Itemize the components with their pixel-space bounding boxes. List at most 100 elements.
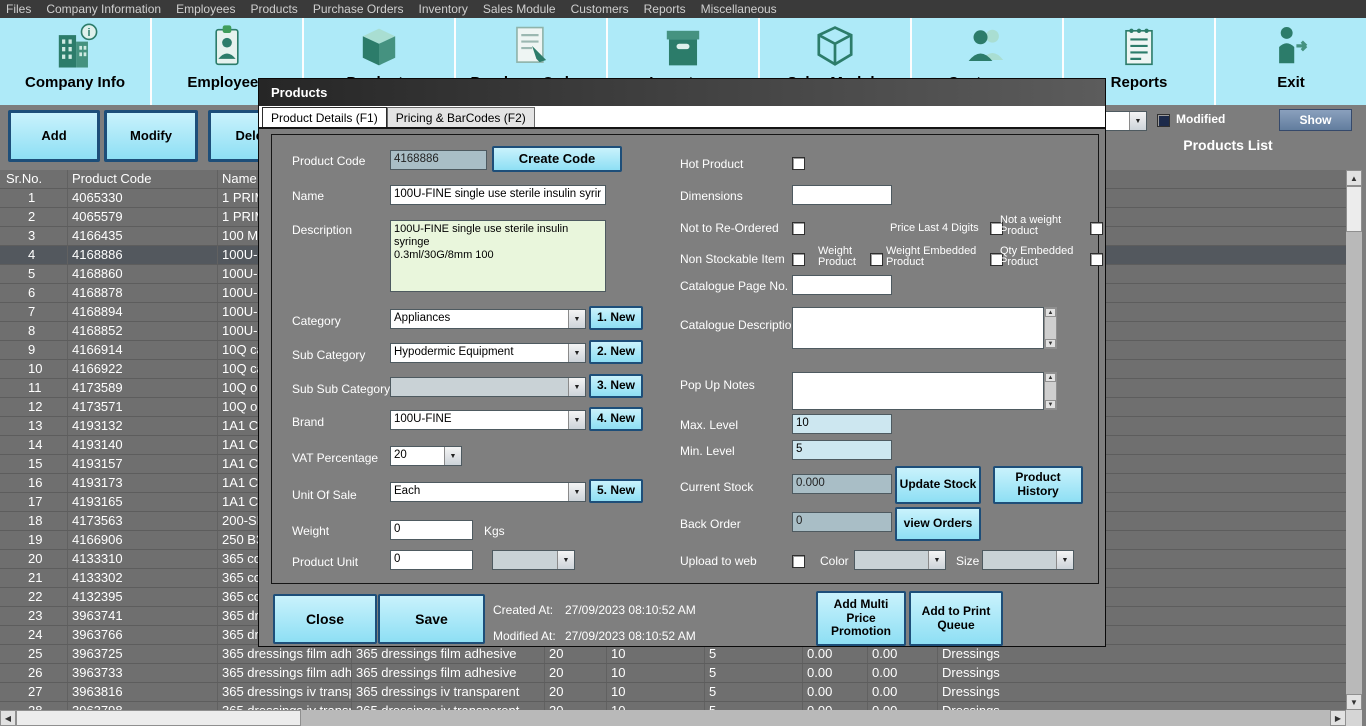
- column-header-srno[interactable]: Sr.No.: [0, 170, 68, 188]
- update-stock-button[interactable]: Update Stock: [895, 466, 981, 504]
- toolbar-company-info[interactable]: i Company Info: [0, 18, 152, 105]
- product-unit-label: Product Unit: [292, 555, 358, 569]
- modify-button[interactable]: Modify: [104, 110, 198, 162]
- scroll-down-icon[interactable]: ▼: [1045, 400, 1056, 409]
- pop-up-notes-scrollbar[interactable]: ▲ ▼: [1044, 372, 1057, 410]
- scroll-down-icon[interactable]: ▼: [1346, 694, 1362, 710]
- show-button[interactable]: Show: [1279, 109, 1352, 131]
- table-row[interactable]: 253963725365 dressings film adhesive365 …: [0, 645, 1346, 664]
- color-select[interactable]: ▼: [854, 550, 946, 570]
- save-button[interactable]: Save: [378, 594, 485, 644]
- hot-product-checkbox[interactable]: [792, 157, 805, 170]
- not-a-weight-product-checkbox[interactable]: [1090, 222, 1103, 235]
- menu-item-company-information[interactable]: Company Information: [46, 2, 161, 16]
- add-button[interactable]: Add: [8, 110, 100, 162]
- horizontal-scrollbar[interactable]: ◀ ▶: [0, 710, 1346, 726]
- new-unit-button[interactable]: 5. New: [589, 479, 643, 503]
- sub-sub-category-select[interactable]: ▼: [390, 377, 586, 397]
- scroll-up-icon[interactable]: ▲: [1045, 373, 1056, 382]
- table-row[interactable]: 263963733365 dressings film adhesive365 …: [0, 664, 1346, 683]
- table-cell: 27: [0, 683, 68, 701]
- scroll-up-icon[interactable]: ▲: [1346, 170, 1362, 186]
- menu-item-inventory[interactable]: Inventory: [419, 2, 468, 16]
- max-level-field[interactable]: 10: [792, 414, 892, 434]
- horizontal-scrollbar-thumb[interactable]: [16, 710, 301, 726]
- table-cell: 4168886: [68, 246, 218, 264]
- scroll-right-icon[interactable]: ▶: [1330, 710, 1346, 726]
- modified-checkbox[interactable]: [1157, 114, 1170, 127]
- menu-item-reports[interactable]: Reports: [644, 2, 686, 16]
- add-to-print-queue-button[interactable]: Add to Print Queue: [909, 591, 1003, 646]
- weight-product-checkbox[interactable]: [870, 253, 883, 266]
- catalogue-page-no-field[interactable]: [792, 275, 892, 295]
- menu-item-purchase-orders[interactable]: Purchase Orders: [313, 2, 404, 16]
- table-row[interactable]: 283963798365 dressings iv transparent365…: [0, 702, 1346, 710]
- reports-notepad-icon: [1114, 20, 1164, 74]
- name-field[interactable]: 100U-FINE single use sterile insulin syr…: [390, 185, 606, 205]
- scroll-up-icon[interactable]: ▲: [1045, 308, 1056, 317]
- unit-of-sale-select[interactable]: Each ▼: [390, 482, 586, 502]
- unit-of-sale-label: Unit Of Sale: [292, 488, 357, 502]
- menu-item-sales-module[interactable]: Sales Module: [483, 2, 556, 16]
- product-history-button[interactable]: Product History: [993, 466, 1083, 504]
- brand-select[interactable]: 100U-FINE ▼: [390, 410, 586, 430]
- product-unit-field[interactable]: 0: [390, 550, 473, 570]
- table-cell: 4166906: [68, 531, 218, 549]
- non-stockable-item-checkbox[interactable]: [792, 253, 805, 266]
- products-list-title: Products List: [1150, 137, 1306, 153]
- category-select[interactable]: Appliances ▼: [390, 309, 586, 329]
- weight-field[interactable]: 0: [390, 520, 473, 540]
- table-cell: 0.00: [803, 702, 868, 710]
- new-category-button[interactable]: 1. New: [589, 306, 643, 330]
- pop-up-notes-textarea[interactable]: [792, 372, 1044, 410]
- product-box-icon: [354, 20, 404, 74]
- vat-percentage-select[interactable]: 20 ▼: [390, 446, 462, 466]
- dimensions-field[interactable]: [792, 185, 892, 205]
- scroll-left-icon[interactable]: ◀: [0, 710, 16, 726]
- menu-item-miscellaneous[interactable]: Miscellaneous: [701, 2, 777, 16]
- column-header-product-code[interactable]: Product Code: [68, 170, 218, 188]
- tab-product-details[interactable]: Product Details (F1): [262, 107, 387, 127]
- close-button[interactable]: Close: [273, 594, 377, 644]
- chevron-down-icon: ▼: [568, 344, 585, 362]
- table-cell: 4065579: [68, 208, 218, 226]
- description-label: Description: [292, 223, 352, 237]
- tab-pricing-barcodes[interactable]: Pricing & BarCodes (F2): [387, 107, 535, 127]
- menu-item-files[interactable]: Files: [6, 2, 31, 16]
- vertical-scrollbar-thumb[interactable]: [1346, 186, 1362, 232]
- size-select[interactable]: ▼: [982, 550, 1074, 570]
- menu-item-employees[interactable]: Employees: [176, 2, 235, 16]
- create-code-button[interactable]: Create Code: [492, 146, 622, 172]
- scroll-down-icon[interactable]: ▼: [1045, 339, 1056, 348]
- new-sub-category-button[interactable]: 2. New: [589, 340, 643, 364]
- chevron-down-icon: ▼: [928, 551, 945, 569]
- vertical-scrollbar[interactable]: ▲ ▼: [1346, 170, 1362, 710]
- add-multi-price-promotion-button[interactable]: Add Multi Price Promotion: [816, 591, 906, 646]
- dialog-title-bar[interactable]: Products: [259, 79, 1105, 106]
- menu-item-products[interactable]: Products: [250, 2, 297, 16]
- current-stock-field: 0.000: [792, 474, 892, 494]
- building-info-icon: i: [50, 20, 100, 74]
- catalogue-description-scrollbar[interactable]: ▲ ▼: [1044, 307, 1057, 349]
- table-cell: 4168860: [68, 265, 218, 283]
- description-textarea[interactable]: 100U-FINE single use sterile insulin syr…: [390, 220, 606, 292]
- product-unit-select[interactable]: ▼: [492, 550, 575, 570]
- table-cell: 3963725: [68, 645, 218, 663]
- toolbar-label: Exit: [1277, 74, 1305, 91]
- table-cell: 365 dressings iv transparent: [218, 702, 352, 710]
- toolbar-exit[interactable]: Exit: [1216, 18, 1366, 105]
- new-brand-button[interactable]: 4. New: [589, 407, 643, 431]
- catalogue-description-textarea[interactable]: [792, 307, 1044, 349]
- sub-category-select[interactable]: Hypodermic Equipment ▼: [390, 343, 586, 363]
- view-orders-button[interactable]: view Orders: [895, 507, 981, 541]
- table-cell: 5: [0, 265, 68, 283]
- upload-to-web-label: Upload to web: [680, 554, 757, 568]
- new-sub-sub-category-button[interactable]: 3. New: [589, 374, 643, 398]
- table-row[interactable]: 273963816365 dressings iv transparent365…: [0, 683, 1346, 702]
- table-cell: 12: [0, 398, 68, 416]
- upload-to-web-checkbox[interactable]: [792, 555, 805, 568]
- min-level-field[interactable]: 5: [792, 440, 892, 460]
- menu-item-customers[interactable]: Customers: [571, 2, 629, 16]
- qty-embedded-product-checkbox[interactable]: [1090, 253, 1103, 266]
- not-to-reordered-checkbox[interactable]: [792, 222, 805, 235]
